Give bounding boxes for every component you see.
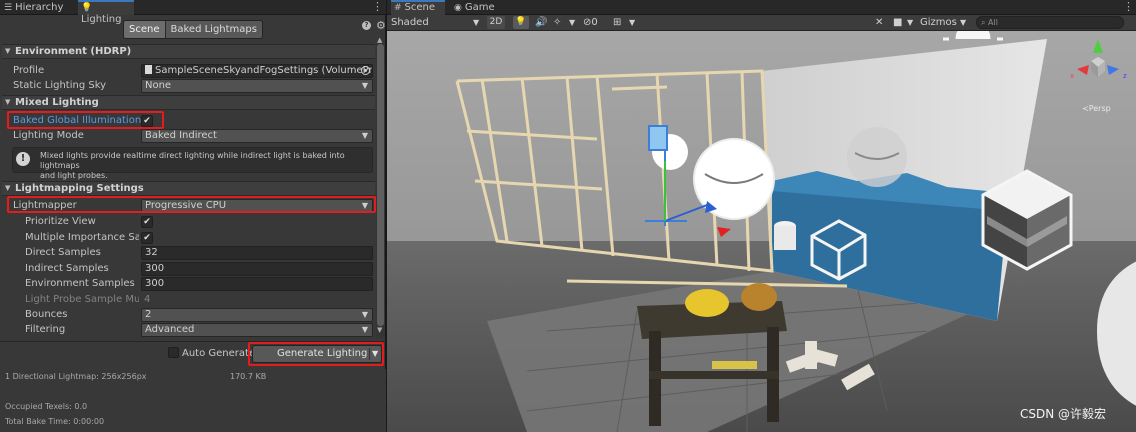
watermark-text: CSDN @许毅宏 bbox=[1020, 407, 1107, 421]
section-lightmapping[interactable]: ▼ Lightmapping Settings bbox=[2, 181, 375, 196]
hidden-objects-icon[interactable]: ⊘0 bbox=[583, 16, 598, 29]
auto-generate-checkbox[interactable] bbox=[168, 347, 179, 358]
2d-toggle-button[interactable]: 2D bbox=[487, 16, 505, 29]
lighting-window: ☰ Hierarchy 💡Lighting ⋮ Scene Baked Light… bbox=[0, 0, 386, 432]
stat-lightmaps: 1 Directional Lightmap: 256x256px bbox=[5, 372, 147, 381]
profile-field[interactable]: SampleSceneSkyandFogSettings (VolumeProf… bbox=[141, 64, 373, 78]
prioritize-view-checkbox[interactable]: ✔ bbox=[141, 216, 153, 228]
mis-row: Multiple Importance Samp ✔ bbox=[0, 231, 375, 246]
lighting-toggle-icon[interactable]: 💡 bbox=[513, 16, 529, 29]
tab-lighting[interactable]: 💡Lighting bbox=[78, 0, 134, 25]
static-sky-dropdown[interactable]: None ▼ bbox=[141, 79, 373, 93]
object-picker-icon[interactable] bbox=[361, 66, 370, 75]
chevron-down-icon: ▼ bbox=[361, 310, 368, 319]
effects-icon[interactable]: ✧ bbox=[553, 16, 561, 29]
left-tab-bar: ☰ Hierarchy 💡Lighting ⋮ bbox=[0, 0, 386, 25]
profile-row: Profile SampleSceneSkyandFogSettings (Vo… bbox=[13, 64, 373, 78]
tab-scene[interactable]: # Scene bbox=[391, 0, 445, 15]
direct-samples-input[interactable]: 32 bbox=[141, 246, 373, 260]
bounces-dropdown[interactable]: 2 ▼ bbox=[141, 308, 373, 322]
help-icon[interactable]: ? bbox=[362, 21, 371, 30]
scroll-down-icon[interactable]: ▼ bbox=[377, 326, 382, 334]
stat-size: 170.7 KB bbox=[230, 372, 267, 381]
chevron-down-icon: ▼ bbox=[361, 131, 368, 140]
search-icon: ⌕ bbox=[981, 18, 989, 27]
tab-game[interactable]: ◉ Game bbox=[454, 0, 504, 15]
section-mixed-lighting[interactable]: ▼ Mixed Lighting bbox=[2, 95, 375, 110]
probe-multiplier-row: Light Probe Sample Multip 4 bbox=[25, 294, 151, 305]
probe-multiplier-value: 4 bbox=[144, 294, 151, 305]
shading-mode-dropdown[interactable]: Shaded ▼ bbox=[391, 16, 481, 29]
environment-samples-row: Environment Samples 300 bbox=[0, 277, 375, 292]
scene-tab-bar: # Scene ◉ Game ⋮ bbox=[387, 0, 1136, 15]
more-options-icon[interactable]: ⋮ bbox=[372, 0, 383, 14]
indirect-samples-input[interactable]: 300 bbox=[141, 262, 373, 276]
list-icon: ☰ bbox=[4, 3, 13, 13]
paint-bucket bbox=[774, 221, 796, 250]
audio-icon[interactable]: 🔊 bbox=[535, 16, 547, 29]
prioritize-view-row: Prioritize View ✔ bbox=[0, 215, 375, 230]
stat-bake-time: Total Bake Time: 0:00:00 bbox=[5, 417, 105, 426]
scroll-up-icon[interactable]: ▲ bbox=[377, 36, 382, 44]
settings-icon[interactable]: ⚙ bbox=[376, 19, 386, 32]
mis-checkbox[interactable]: ✔ bbox=[141, 232, 153, 244]
lighting-mode-toggle: Scene Baked Lightmaps bbox=[123, 20, 263, 39]
grid-icon[interactable]: ⊞ bbox=[613, 16, 621, 29]
lighting-mode-dropdown[interactable]: Baked Indirect ▼ bbox=[141, 129, 373, 143]
highlight-box bbox=[7, 196, 376, 213]
hash-icon: # bbox=[394, 3, 402, 13]
baked-lightmaps-button[interactable]: Baked Lightmaps bbox=[165, 21, 262, 38]
stat-occupied-texels: Occupied Texels: 0.0 bbox=[5, 402, 88, 411]
scene-search-input[interactable]: ⌕ All bbox=[976, 16, 1124, 29]
filtering-row: Filtering Advanced ▼ bbox=[0, 323, 375, 338]
static-sky-row: Static Lighting Sky None ▼ bbox=[0, 79, 375, 94]
fold-down-icon: ▼ bbox=[5, 184, 11, 192]
persp-label[interactable]: ≺Persp bbox=[1082, 104, 1111, 113]
chevron-down-icon[interactable]: ▼ bbox=[569, 16, 575, 29]
bounces-row: Bounces 2 ▼ bbox=[0, 308, 375, 323]
tab-hierarchy[interactable]: ☰ Hierarchy bbox=[4, 0, 64, 15]
gizmos-dropdown[interactable]: Gizmos ▼ bbox=[920, 16, 970, 29]
auto-generate-label: Auto Generate bbox=[182, 348, 256, 359]
mixed-lights-info: ! Mixed lights provide realtime direct l… bbox=[12, 147, 373, 180]
bake-stats: 1 Directional Lightmap: 256x256px 170.7 … bbox=[0, 369, 386, 432]
info-icon: ! bbox=[16, 152, 30, 166]
indirect-samples-row: Indirect Samples 300 bbox=[0, 262, 375, 277]
svg-text:z: z bbox=[1123, 72, 1127, 80]
chevron-down-icon[interactable]: ▼ bbox=[907, 16, 913, 29]
more-options-icon[interactable]: ⋮ bbox=[1123, 0, 1134, 14]
chevron-down-icon[interactable]: ▼ bbox=[629, 16, 635, 29]
scene-toolbar: Shaded ▼ 2D 💡 🔊 ✧ ▼ ⊘0 ⊞ ▼ ✕ ■ ▼ Gizmos … bbox=[387, 15, 1136, 31]
lightbulb-icon: 💡 bbox=[81, 3, 93, 13]
fold-down-icon: ▼ bbox=[5, 98, 11, 106]
tools-icon[interactable]: ✕ bbox=[875, 16, 883, 29]
scene-view: # Scene ◉ Game ⋮ Shaded ▼ 2D 💡 🔊 ✧ ▼ ⊘0 ⊞ … bbox=[387, 0, 1136, 432]
lighting-mode-row: Lighting Mode Baked Indirect ▼ bbox=[0, 129, 375, 144]
chevron-down-icon: ▼ bbox=[960, 18, 967, 27]
chevron-down-icon: ▼ bbox=[361, 325, 368, 334]
scrollbar-thumb[interactable] bbox=[377, 44, 384, 326]
svg-text:x: x bbox=[1070, 72, 1074, 80]
fold-down-icon: ▼ bbox=[5, 47, 11, 55]
filtering-dropdown[interactable]: Advanced ▼ bbox=[141, 323, 373, 337]
camera-icon[interactable]: ■ bbox=[893, 16, 902, 29]
gamepad-icon: ◉ bbox=[454, 3, 462, 13]
chevron-down-icon: ▼ bbox=[361, 81, 368, 90]
environment-samples-input[interactable]: 300 bbox=[141, 277, 373, 291]
direct-samples-row: Direct Samples 32 bbox=[0, 246, 375, 261]
section-environment[interactable]: ▼ Environment (HDRP) bbox=[2, 44, 375, 59]
chevron-down-icon: ▼ bbox=[473, 18, 480, 27]
highlight-box bbox=[7, 111, 164, 129]
asset-file-icon bbox=[145, 65, 152, 74]
scene-mode-button[interactable]: Scene bbox=[124, 21, 166, 38]
scene-viewport[interactable]: x z bbox=[387, 31, 1136, 432]
highlight-box bbox=[248, 342, 384, 366]
